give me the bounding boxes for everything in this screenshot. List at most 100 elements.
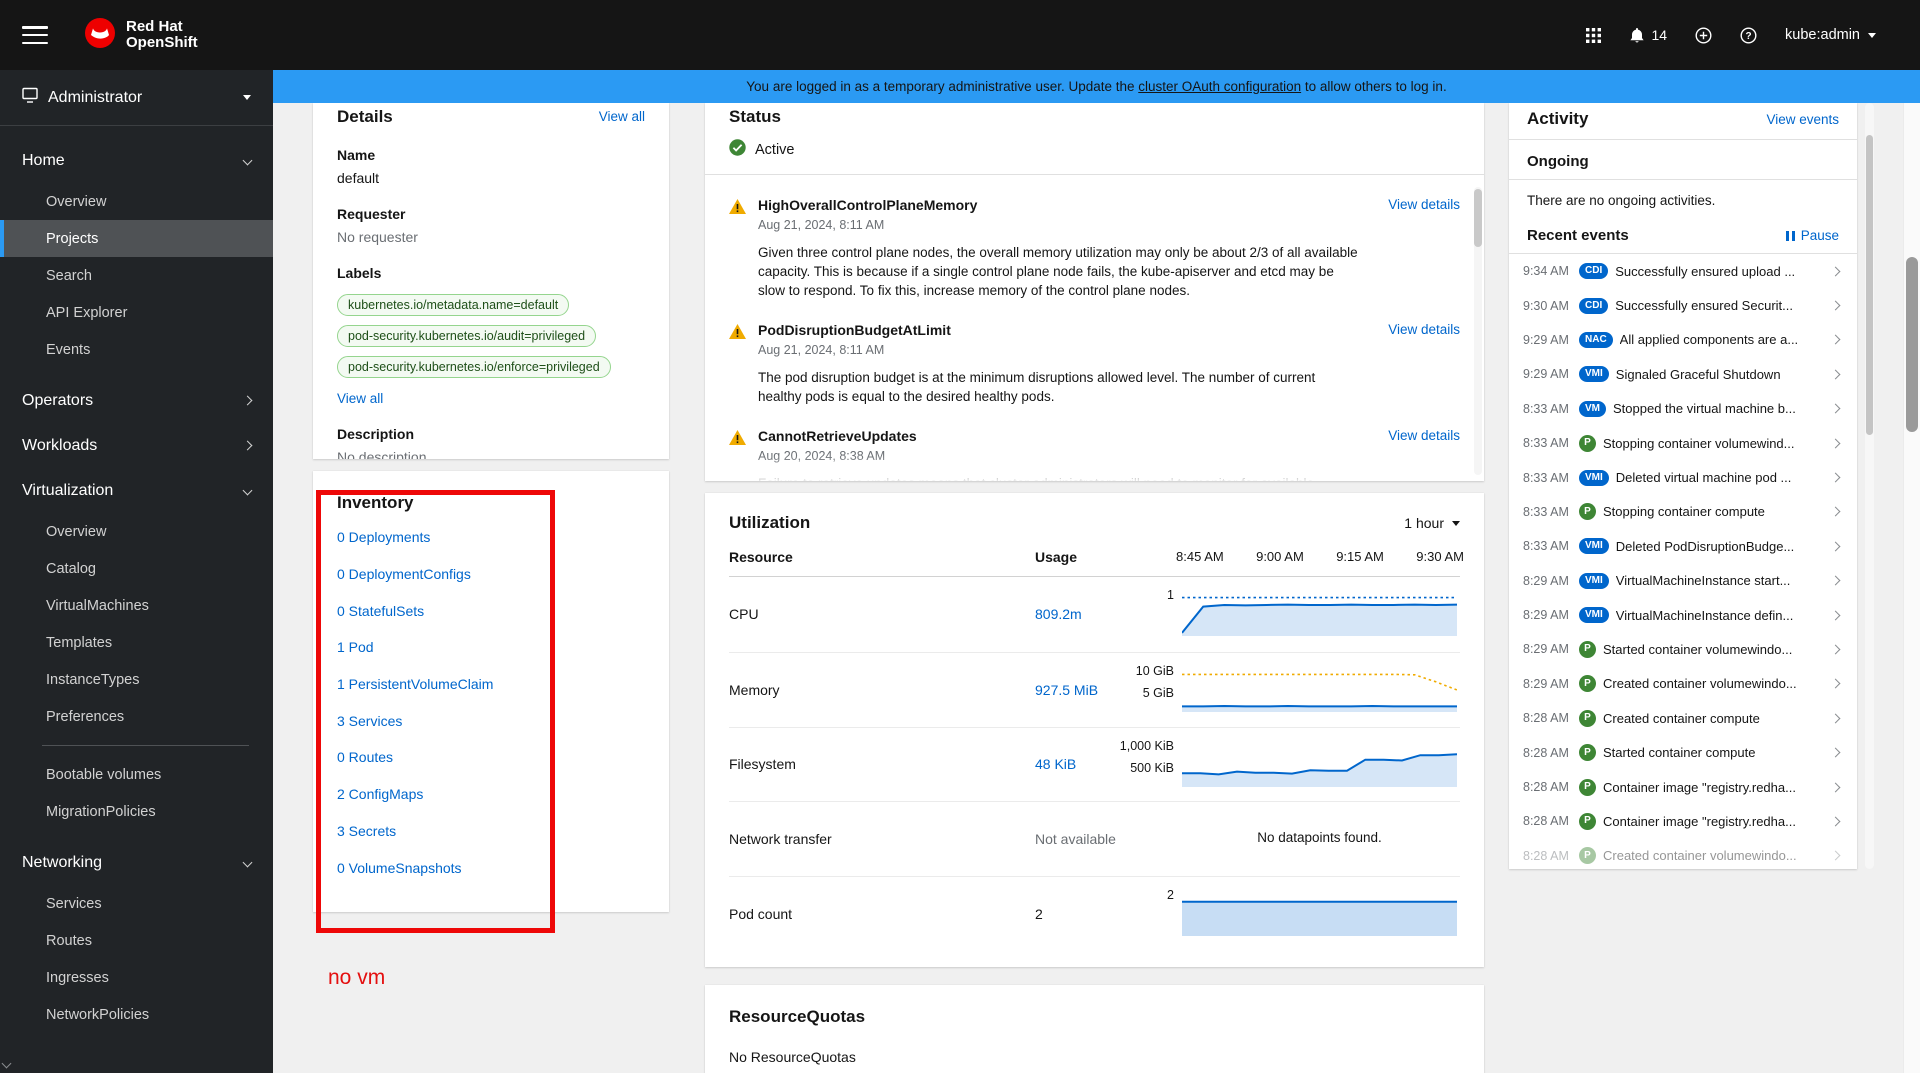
resource-name: Filesystem: [729, 756, 796, 773]
sidebar-item-bootable-volumes[interactable]: Bootable volumes: [0, 756, 273, 793]
sidebar-item-api-explorer[interactable]: API Explorer: [0, 294, 273, 331]
chevron-right-icon: [242, 395, 253, 406]
page-scrollbar[interactable]: [1903, 103, 1920, 1073]
inventory-link-volumesnapshots[interactable]: 0 VolumeSnapshots: [337, 860, 462, 876]
brand[interactable]: Red Hat OpenShift: [84, 17, 198, 54]
inventory-link-services[interactable]: 3 Services: [337, 713, 402, 729]
sidebar-item-preferences[interactable]: Preferences: [0, 698, 273, 735]
help-icon[interactable]: ?: [1740, 26, 1757, 44]
details-view-all-link[interactable]: View all: [599, 109, 645, 124]
view-events-link[interactable]: View events: [1766, 112, 1839, 127]
usage-value-link[interactable]: 809.2m: [1035, 606, 1182, 622]
event-row[interactable]: 8:29 AM VMI VirtualMachineInstance defin…: [1509, 598, 1857, 632]
nav-section-networking[interactable]: Networking: [0, 840, 273, 885]
sidebar-item-projects[interactable]: Projects: [0, 220, 273, 257]
event-time: 8:28 AM: [1523, 745, 1569, 760]
activity-scrollbar[interactable]: [1865, 103, 1874, 869]
app-launcher-icon[interactable]: [1586, 27, 1602, 43]
sidebar-item-networkpolicies[interactable]: NetworkPolicies: [0, 996, 273, 1033]
event-row[interactable]: 9:30 AM CDI Successfully ensured Securit…: [1509, 288, 1857, 322]
chevron-right-icon: [1830, 644, 1841, 655]
nav-section-workloads[interactable]: Workloads: [0, 423, 273, 468]
scrollbar-thumb[interactable]: [1866, 135, 1873, 435]
user-menu[interactable]: kube:admin: [1785, 27, 1876, 43]
status-state: Active: [755, 141, 795, 158]
notifications-bell-icon[interactable]: 14: [1629, 27, 1667, 44]
perspective-switcher[interactable]: Administrator: [0, 70, 273, 126]
name-label: Name: [337, 147, 376, 163]
nav-toggle-icon[interactable]: [22, 26, 48, 44]
sidebar-item-templates[interactable]: Templates: [0, 624, 273, 661]
inventory-link-pvcs[interactable]: 1 PersistentVolumeClaim: [337, 676, 493, 692]
divider: [705, 174, 1484, 175]
inventory-link-routes[interactable]: 0 Routes: [337, 749, 393, 765]
pause-icon: [1786, 230, 1795, 241]
sidebar-item-routes[interactable]: Routes: [0, 922, 273, 959]
oauth-config-link[interactable]: cluster OAuth configuration: [1138, 79, 1301, 94]
import-plus-icon[interactable]: [1695, 26, 1712, 44]
event-time: 8:28 AM: [1523, 711, 1569, 726]
event-row[interactable]: 9:29 AM VMI Signaled Graceful Shutdown: [1509, 357, 1857, 391]
nav-section-operators[interactable]: Operators: [0, 378, 273, 423]
labels-view-all-link[interactable]: View all: [337, 391, 645, 406]
pause-button[interactable]: Pause: [1786, 228, 1839, 243]
inventory-link-secrets[interactable]: 3 Secrets: [337, 823, 396, 839]
inventory-link-deploymentconfigs[interactable]: 0 DeploymentConfigs: [337, 566, 471, 582]
recent-events-title: Recent events: [1527, 227, 1629, 244]
sidebar-item-search[interactable]: Search: [0, 257, 273, 294]
nav-section-home[interactable]: Home: [0, 138, 273, 183]
event-row[interactable]: 8:28 AM P Created container compute: [1509, 701, 1857, 735]
event-row[interactable]: 8:29 AM VMI VirtualMachineInstance start…: [1509, 564, 1857, 598]
sidebar-item-services[interactable]: Services: [0, 885, 273, 922]
sidebar-item-overview[interactable]: Overview: [0, 183, 273, 220]
sidebar-item-catalog[interactable]: Catalog: [0, 550, 273, 587]
scrollbar-thumb[interactable]: [1906, 257, 1918, 432]
event-row[interactable]: 9:34 AM CDI Successfully ensured upload …: [1509, 254, 1857, 288]
chevron-down-icon: [242, 485, 253, 496]
event-row[interactable]: 8:33 AM VMI Deleted PodDisruptionBudge..…: [1509, 529, 1857, 563]
event-row[interactable]: 8:28 AM P Started container compute: [1509, 735, 1857, 769]
usage-value: Not available: [1035, 831, 1116, 848]
alert-item: HighOverallControlPlaneMemory Aug 21, 20…: [729, 197, 1460, 300]
event-source-badge: P: [1579, 434, 1596, 452]
event-time: 8:29 AM: [1523, 573, 1569, 588]
event-row[interactable]: 9:29 AM NAC All applied components are a…: [1509, 323, 1857, 357]
sidebar-item-instancetypes[interactable]: InstanceTypes: [0, 661, 273, 698]
event-row[interactable]: 8:28 AM P Container image "registry.redh…: [1509, 770, 1857, 804]
event-row[interactable]: 8:33 AM P Stopping container compute: [1509, 495, 1857, 529]
sidebar-item-virt-overview[interactable]: Overview: [0, 513, 273, 550]
event-row[interactable]: 8:33 AM P Stopping container volumewind.…: [1509, 426, 1857, 460]
utilization-row-memory: Memory 927.5 MiB 10 GiB 5 GiB: [729, 651, 1460, 727]
nav-section-virtualization[interactable]: Virtualization: [0, 468, 273, 513]
event-row[interactable]: 8:29 AM P Started container volumewindo.…: [1509, 632, 1857, 666]
event-row[interactable]: 8:33 AM VM Stopped the virtual machine b…: [1509, 392, 1857, 426]
success-check-icon: [729, 139, 746, 160]
sidebar-item-virtualmachines[interactable]: VirtualMachines: [0, 587, 273, 624]
event-row[interactable]: 8:28 AM P Created container volumewindo.…: [1509, 839, 1857, 869]
label-pill: pod-security.kubernetes.io/audit=privile…: [337, 325, 597, 347]
duration-dropdown[interactable]: 1 hour: [1404, 515, 1460, 531]
inventory-link-statefulsets[interactable]: 0 StatefulSets: [337, 603, 424, 619]
inventory-link-configmaps[interactable]: 2 ConfigMaps: [337, 786, 423, 802]
name-value: default: [337, 170, 380, 186]
inventory-link-deployments[interactable]: 0 Deployments: [337, 529, 430, 545]
sidebar-item-migrationpolicies[interactable]: MigrationPolicies: [0, 793, 273, 830]
nav-divider: [42, 745, 249, 746]
time-axis: 8:45 AM 9:00 AM 9:15 AM 9:30 AM: [1176, 549, 1464, 564]
status-scrollbar[interactable]: [1474, 187, 1482, 475]
sidebar-scroll-down-icon[interactable]: [1, 1058, 12, 1069]
inventory-link-pods[interactable]: 1 Pod: [337, 639, 374, 655]
event-row[interactable]: 8:28 AM P Container image "registry.redh…: [1509, 804, 1857, 838]
requester-value: No requester: [337, 229, 418, 245]
view-details-link[interactable]: View details: [1388, 197, 1460, 300]
event-time: 8:28 AM: [1523, 814, 1569, 829]
perspective-label: Administrator: [48, 88, 143, 106]
sidebar-item-events[interactable]: Events: [0, 331, 273, 368]
view-details-link[interactable]: View details: [1388, 322, 1460, 406]
resource-name: Network transfer: [729, 831, 832, 848]
sidebar-item-ingresses[interactable]: Ingresses: [0, 959, 273, 996]
event-row[interactable]: 8:29 AM P Created container volumewindo.…: [1509, 667, 1857, 701]
chevron-right-icon: [242, 440, 253, 451]
chevron-right-icon: [1830, 438, 1841, 449]
event-row[interactable]: 8:33 AM VMI Deleted virtual machine pod …: [1509, 460, 1857, 494]
